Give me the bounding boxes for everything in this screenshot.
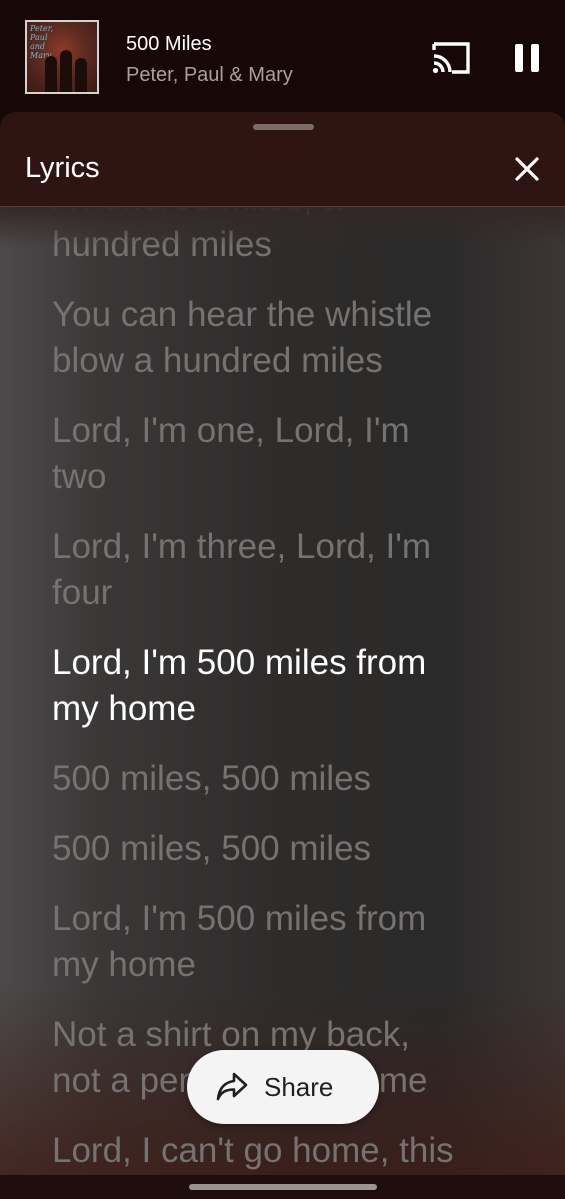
album-art-figure	[75, 58, 87, 92]
lyric-line[interactable]: Lord, I'm one, Lord, I'm two	[52, 408, 522, 500]
track-title: 500 Miles	[126, 33, 212, 55]
share-label: Share	[264, 1072, 334, 1102]
bottom-bar	[0, 1175, 565, 1199]
pause-icon	[515, 44, 539, 72]
album-art-text: Peter, Paul and Mary	[30, 24, 54, 60]
lyrics-title: Lyrics	[25, 152, 100, 184]
lyric-line[interactable]: Lord, I'm three, Lord, I'm four	[52, 524, 522, 616]
share-button[interactable]: Share	[187, 1050, 379, 1124]
lyrics-sheet: A hundred miles, a hundred milesYou can …	[0, 112, 565, 1199]
track-artist: Peter, Paul & Mary	[126, 64, 293, 86]
album-art-figure	[60, 50, 72, 92]
lyric-line[interactable]: 500 miles, 500 miles	[52, 826, 522, 872]
lyric-line[interactable]: You can hear the whistle blow a hundred …	[52, 292, 522, 384]
close-button[interactable]	[508, 150, 546, 188]
lyrics-list[interactable]: A hundred miles, a hundred milesYou can …	[52, 176, 522, 1199]
pause-button[interactable]	[505, 38, 549, 78]
cast-icon	[432, 42, 470, 74]
lyric-line[interactable]: 500 miles, 500 miles	[52, 756, 522, 802]
lyric-line-current[interactable]: Lord, I'm 500 miles from my home	[52, 640, 522, 732]
album-art-figure	[45, 56, 57, 92]
screen: Peter, Paul and Mary 500 Miles Peter, Pa…	[0, 0, 565, 1199]
mini-player[interactable]: Peter, Paul and Mary 500 Miles Peter, Pa…	[0, 0, 565, 112]
share-icon	[216, 1072, 248, 1101]
cast-button[interactable]	[428, 38, 474, 78]
lyric-line[interactable]: Lord, I'm 500 miles from my home	[52, 896, 522, 988]
drag-handle[interactable]	[253, 124, 314, 130]
lyrics-header: Lyrics	[0, 112, 565, 207]
close-icon	[515, 157, 539, 181]
home-indicator[interactable]	[189, 1184, 377, 1190]
album-art[interactable]: Peter, Paul and Mary	[25, 20, 99, 94]
